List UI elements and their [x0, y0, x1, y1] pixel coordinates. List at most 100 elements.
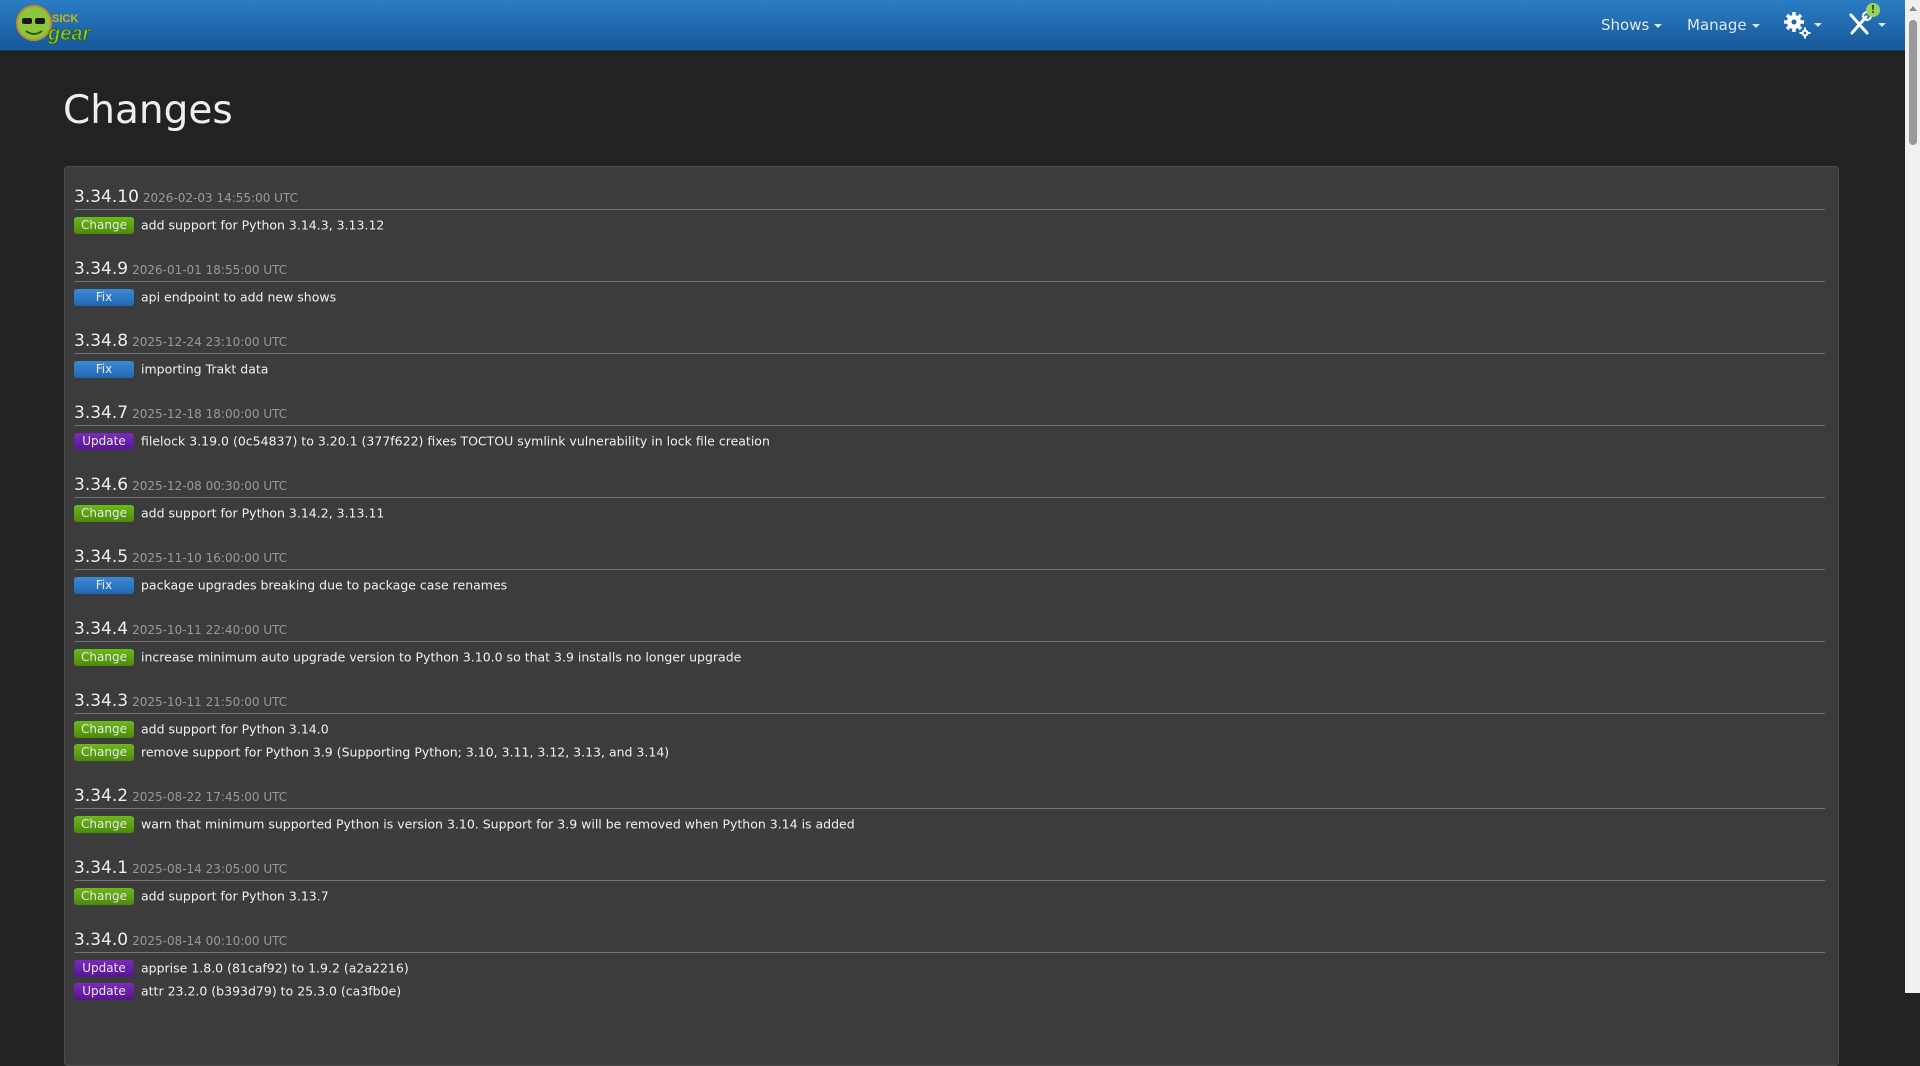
version-header: 3.34.1 2025-08-14 23:05:00 UTC: [74, 858, 1825, 881]
version-number: 3.34.1: [74, 858, 128, 878]
version-block: 3.34.1 2025-08-14 23:05:00 UTC Change add s…: [74, 858, 1825, 909]
version-number: 3.34.4: [74, 619, 128, 639]
version-block: 3.34.7 2025-12-18 18:00:00 UTC Update filel…: [74, 403, 1825, 454]
fix-label: Fix: [74, 577, 134, 594]
change-label: Change: [74, 217, 134, 234]
manage-menu[interactable]: Manage: [1687, 0, 1760, 50]
change-description: api endpoint to add new shows: [141, 290, 336, 305]
change-item: Change remove support for Python 3.9 (Sup…: [74, 742, 1825, 765]
change-item: Change add support for Python 3.14.2, 3.1…: [74, 503, 1825, 526]
version-number: 3.34.3: [74, 691, 128, 711]
change-description: add support for Python 3.14.2, 3.13.11: [141, 506, 384, 521]
version-number: 3.34.10: [74, 187, 139, 207]
version-header: 3.34.0 2025-08-14 00:10:00 UTC: [74, 930, 1825, 953]
change-item: Change add support for Python 3.14.0: [74, 719, 1825, 742]
change-description: add support for Python 3.14.3, 3.13.12: [141, 218, 384, 233]
version-date: 2025-08-14 23:05:00 UTC: [132, 862, 287, 876]
change-label: Change: [74, 649, 134, 666]
version-number: 3.34.6: [74, 475, 128, 495]
update-label: Update: [74, 960, 134, 977]
version-date: 2025-12-18 18:00:00 UTC: [132, 407, 287, 421]
change-label: Change: [74, 744, 134, 761]
chevron-down-icon: [1654, 24, 1662, 28]
settings-menu[interactable]: [1783, 10, 1819, 40]
change-item: Change add support for Python 3.13.7: [74, 886, 1825, 909]
change-description: importing Trakt data: [141, 362, 268, 377]
change-description: apprise 1.8.0 (81caf92) to 1.9.2 (a2a221…: [141, 961, 409, 976]
chevron-down-icon: [1878, 23, 1886, 27]
chevron-down-icon: [1752, 24, 1760, 28]
shows-menu[interactable]: Shows: [1601, 0, 1662, 50]
tools-menu[interactable]: !: [1847, 10, 1883, 40]
version-block: 3.34.4 2025-10-11 22:40:00 UTC Change incre…: [74, 619, 1825, 670]
svg-text:gear: gear: [47, 23, 91, 45]
change-item: Change increase minimum auto upgrade vers…: [74, 647, 1825, 670]
sickgear-logo[interactable]: SICK gear: [12, 3, 104, 48]
version-block: 3.34.9 2026-01-01 18:55:00 UTC Fix api endp…: [74, 259, 1825, 310]
shows-label: Shows: [1601, 16, 1649, 34]
gear-icon: [1783, 10, 1811, 40]
change-description: add support for Python 3.14.0: [141, 722, 329, 737]
version-date: 2025-08-22 17:45:00 UTC: [132, 790, 287, 804]
change-item: Fix api endpoint to add new shows: [74, 287, 1825, 310]
version-header: 3.34.102026-02-03 14:55:00 UTC: [74, 187, 1825, 210]
version-block: 3.34.102026-02-03 14:55:00 UTC Change add …: [74, 187, 1825, 238]
change-item: Change warn that minimum supported Python…: [74, 814, 1825, 837]
version-header: 3.34.9 2026-01-01 18:55:00 UTC: [74, 259, 1825, 282]
version-number: 3.34.9: [74, 259, 128, 279]
version-block: 3.34.5 2025-11-10 16:00:00 UTC Fix package …: [74, 547, 1825, 598]
version-block: 3.34.6 2025-12-08 00:30:00 UTC Change add s…: [74, 475, 1825, 526]
version-number: 3.34.8: [74, 331, 128, 351]
version-number: 3.34.0: [74, 930, 128, 950]
version-date: 2025-08-14 00:10:00 UTC: [132, 934, 287, 948]
change-description: package upgrades breaking due to package…: [141, 578, 507, 593]
version-date: 2025-12-08 00:30:00 UTC: [132, 479, 287, 493]
version-header: 3.34.4 2025-10-11 22:40:00 UTC: [74, 619, 1825, 642]
page-scrollbar[interactable]: [1905, 0, 1920, 993]
version-header: 3.34.3 2025-10-11 21:50:00 UTC: [74, 691, 1825, 714]
version-number: 3.34.5: [74, 547, 128, 567]
change-item: Fix package upgrades breaking due to pack…: [74, 575, 1825, 598]
version-block: 3.34.2 2025-08-22 17:45:00 UTC Change warn …: [74, 786, 1825, 837]
fix-label: Fix: [74, 289, 134, 306]
change-description: increase minimum auto upgrade version to…: [141, 650, 741, 665]
version-header: 3.34.7 2025-12-18 18:00:00 UTC: [74, 403, 1825, 426]
change-description: filelock 3.19.0 (0c54837) to 3.20.1 (377…: [141, 434, 770, 449]
scroll-up-arrow-icon[interactable]: [1909, 6, 1917, 11]
change-item: Fix importing Trakt data: [74, 359, 1825, 382]
change-item: Update filelock 3.19.0 (0c54837) to 3.20.…: [74, 431, 1825, 454]
top-navbar: SICK gear Shows Manage: [0, 0, 1905, 51]
change-description: remove support for Python 3.9 (Supportin…: [141, 745, 669, 760]
scrollbar-thumb[interactable]: [1909, 20, 1917, 145]
change-label: Change: [74, 888, 134, 905]
version-header: 3.34.2 2025-08-22 17:45:00 UTC: [74, 786, 1825, 809]
change-description: attr 23.2.0 (b393d79) to 25.3.0 (ca3fb0e…: [141, 984, 401, 999]
version-header: 3.34.5 2025-11-10 16:00:00 UTC: [74, 547, 1825, 570]
version-header: 3.34.8 2025-12-24 23:10:00 UTC: [74, 331, 1825, 354]
change-description: add support for Python 3.13.7: [141, 889, 329, 904]
change-label: Change: [74, 721, 134, 738]
change-label: Change: [74, 816, 134, 833]
update-label: Update: [74, 983, 134, 1000]
version-date: 2025-10-11 22:40:00 UTC: [132, 623, 287, 637]
change-item: Change add support for Python 3.14.3, 3.1…: [74, 215, 1825, 238]
manage-label: Manage: [1687, 16, 1747, 34]
version-date: 2025-12-24 23:10:00 UTC: [132, 335, 287, 349]
fix-label: Fix: [74, 361, 134, 378]
version-date: 2025-10-11 21:50:00 UTC: [132, 695, 287, 709]
change-description: warn that minimum supported Python is ve…: [141, 817, 855, 832]
version-header: 3.34.6 2025-12-08 00:30:00 UTC: [74, 475, 1825, 498]
page-title: Changes: [63, 88, 233, 133]
version-number: 3.34.7: [74, 403, 128, 423]
version-number: 3.34.2: [74, 786, 128, 806]
notification-badge: !: [1866, 3, 1880, 17]
version-block: 3.34.8 2025-12-24 23:10:00 UTC Fix importin…: [74, 331, 1825, 382]
update-label: Update: [74, 433, 134, 450]
version-block: 3.34.3 2025-10-11 21:50:00 UTC Change add s…: [74, 691, 1825, 765]
change-label: Change: [74, 505, 134, 522]
version-date: 2026-01-01 18:55:00 UTC: [132, 263, 287, 277]
version-date: 2025-11-10 16:00:00 UTC: [132, 551, 287, 565]
chevron-down-icon: [1814, 23, 1822, 27]
change-item: Update apprise 1.8.0 (81caf92) to 1.9.2 (…: [74, 958, 1825, 981]
changes-panel: 3.34.102026-02-03 14:55:00 UTC Change add …: [64, 166, 1839, 1066]
